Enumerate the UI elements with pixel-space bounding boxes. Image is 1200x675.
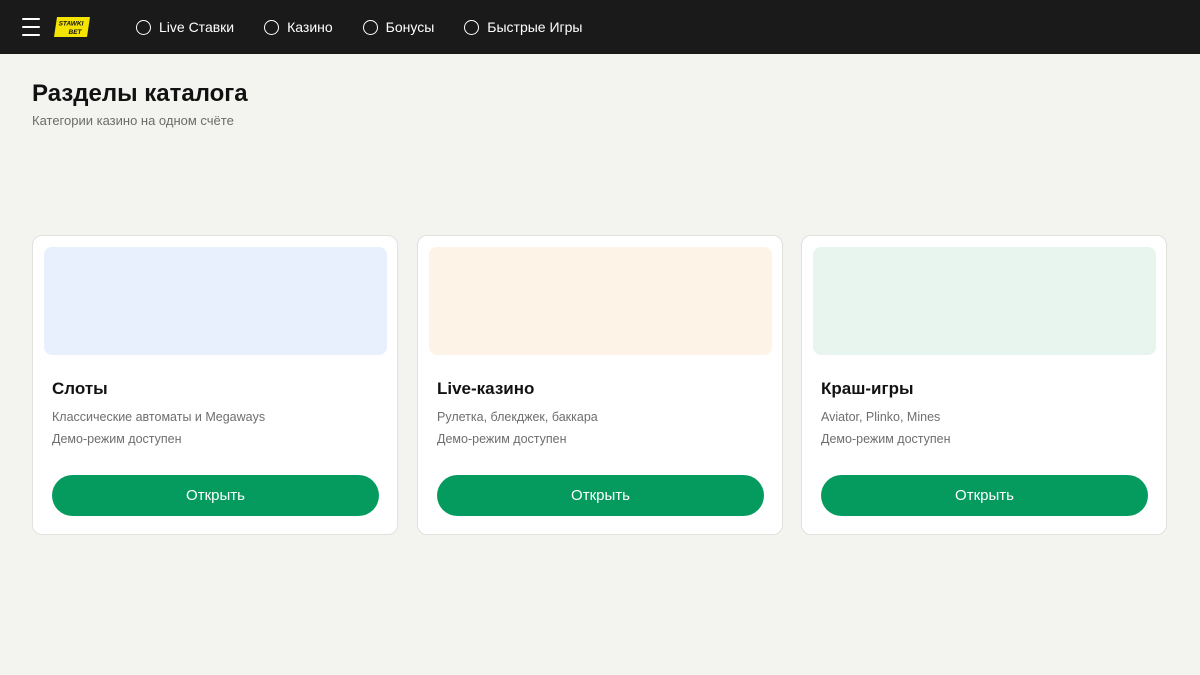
svg-text:STAWKI: STAWKI — [59, 21, 84, 28]
card-title: Краш-игры — [821, 379, 914, 398]
card-thumbnail[interactable] — [429, 247, 772, 355]
page-title: Разделы каталога — [32, 80, 248, 107]
stawki-bet-logo[interactable]: STAWKI BET — [54, 17, 90, 37]
card-demo-note: Демо-режим доступен — [52, 432, 182, 446]
card-description: Рулетка, блекджек, баккара — [437, 410, 598, 424]
card-title: Слоты — [52, 379, 108, 398]
card-description: Классические автоматы и Megaways — [52, 410, 266, 424]
top-navigation-bar: STAWKI BET Live Ставки Казино Бонусы Быс… — [0, 0, 1200, 54]
nav-item-label: Казино — [287, 19, 333, 35]
hamburger-menu-icon[interactable] — [22, 18, 40, 36]
nav-item-label: Быстрые Игры — [487, 19, 583, 35]
circle-icon — [264, 19, 280, 35]
card-title: Live-казино — [437, 379, 535, 398]
nav-item-label: Бонусы — [385, 19, 435, 35]
catalog-card-live-casino: Live-казино Рулетка, блекджек, баккара Д… — [417, 235, 783, 535]
card-demo-note: Демо-режим доступен — [437, 432, 567, 446]
catalog-card-slots: Слоты Классические автоматы и Megaways Д… — [32, 235, 398, 535]
card-description: Aviator, Plinko, Mines — [821, 410, 941, 424]
nav-item-label: Live Ставки — [159, 19, 235, 35]
nav-item-bonuses[interactable]: Бонусы — [362, 19, 435, 35]
main-nav: Live Ставки Казино Бонусы Быстрые Игры — [136, 0, 613, 54]
nav-item-casino[interactable]: Казино — [264, 19, 333, 35]
card-thumbnail[interactable] — [44, 247, 387, 355]
svg-text:BET: BET — [69, 29, 83, 36]
catalog-card-crash-games: Краш-игры Aviator, Plinko, Mines Демо-ре… — [801, 235, 1167, 535]
open-button[interactable]: Открыть — [821, 475, 1148, 516]
circle-icon — [136, 19, 151, 35]
page-subtitle: Категории казино на одном счёте — [32, 113, 234, 128]
open-button[interactable]: Открыть — [437, 475, 764, 516]
circle-icon — [464, 19, 480, 35]
open-button[interactable]: Открыть — [52, 475, 379, 516]
card-demo-note: Демо-режим доступен — [821, 432, 951, 446]
circle-icon — [362, 19, 378, 35]
card-thumbnail[interactable] — [813, 247, 1156, 355]
nav-item-live-bets[interactable]: Live Ставки — [136, 19, 234, 35]
nav-item-fast-games[interactable]: Быстрые Игры — [464, 19, 583, 35]
